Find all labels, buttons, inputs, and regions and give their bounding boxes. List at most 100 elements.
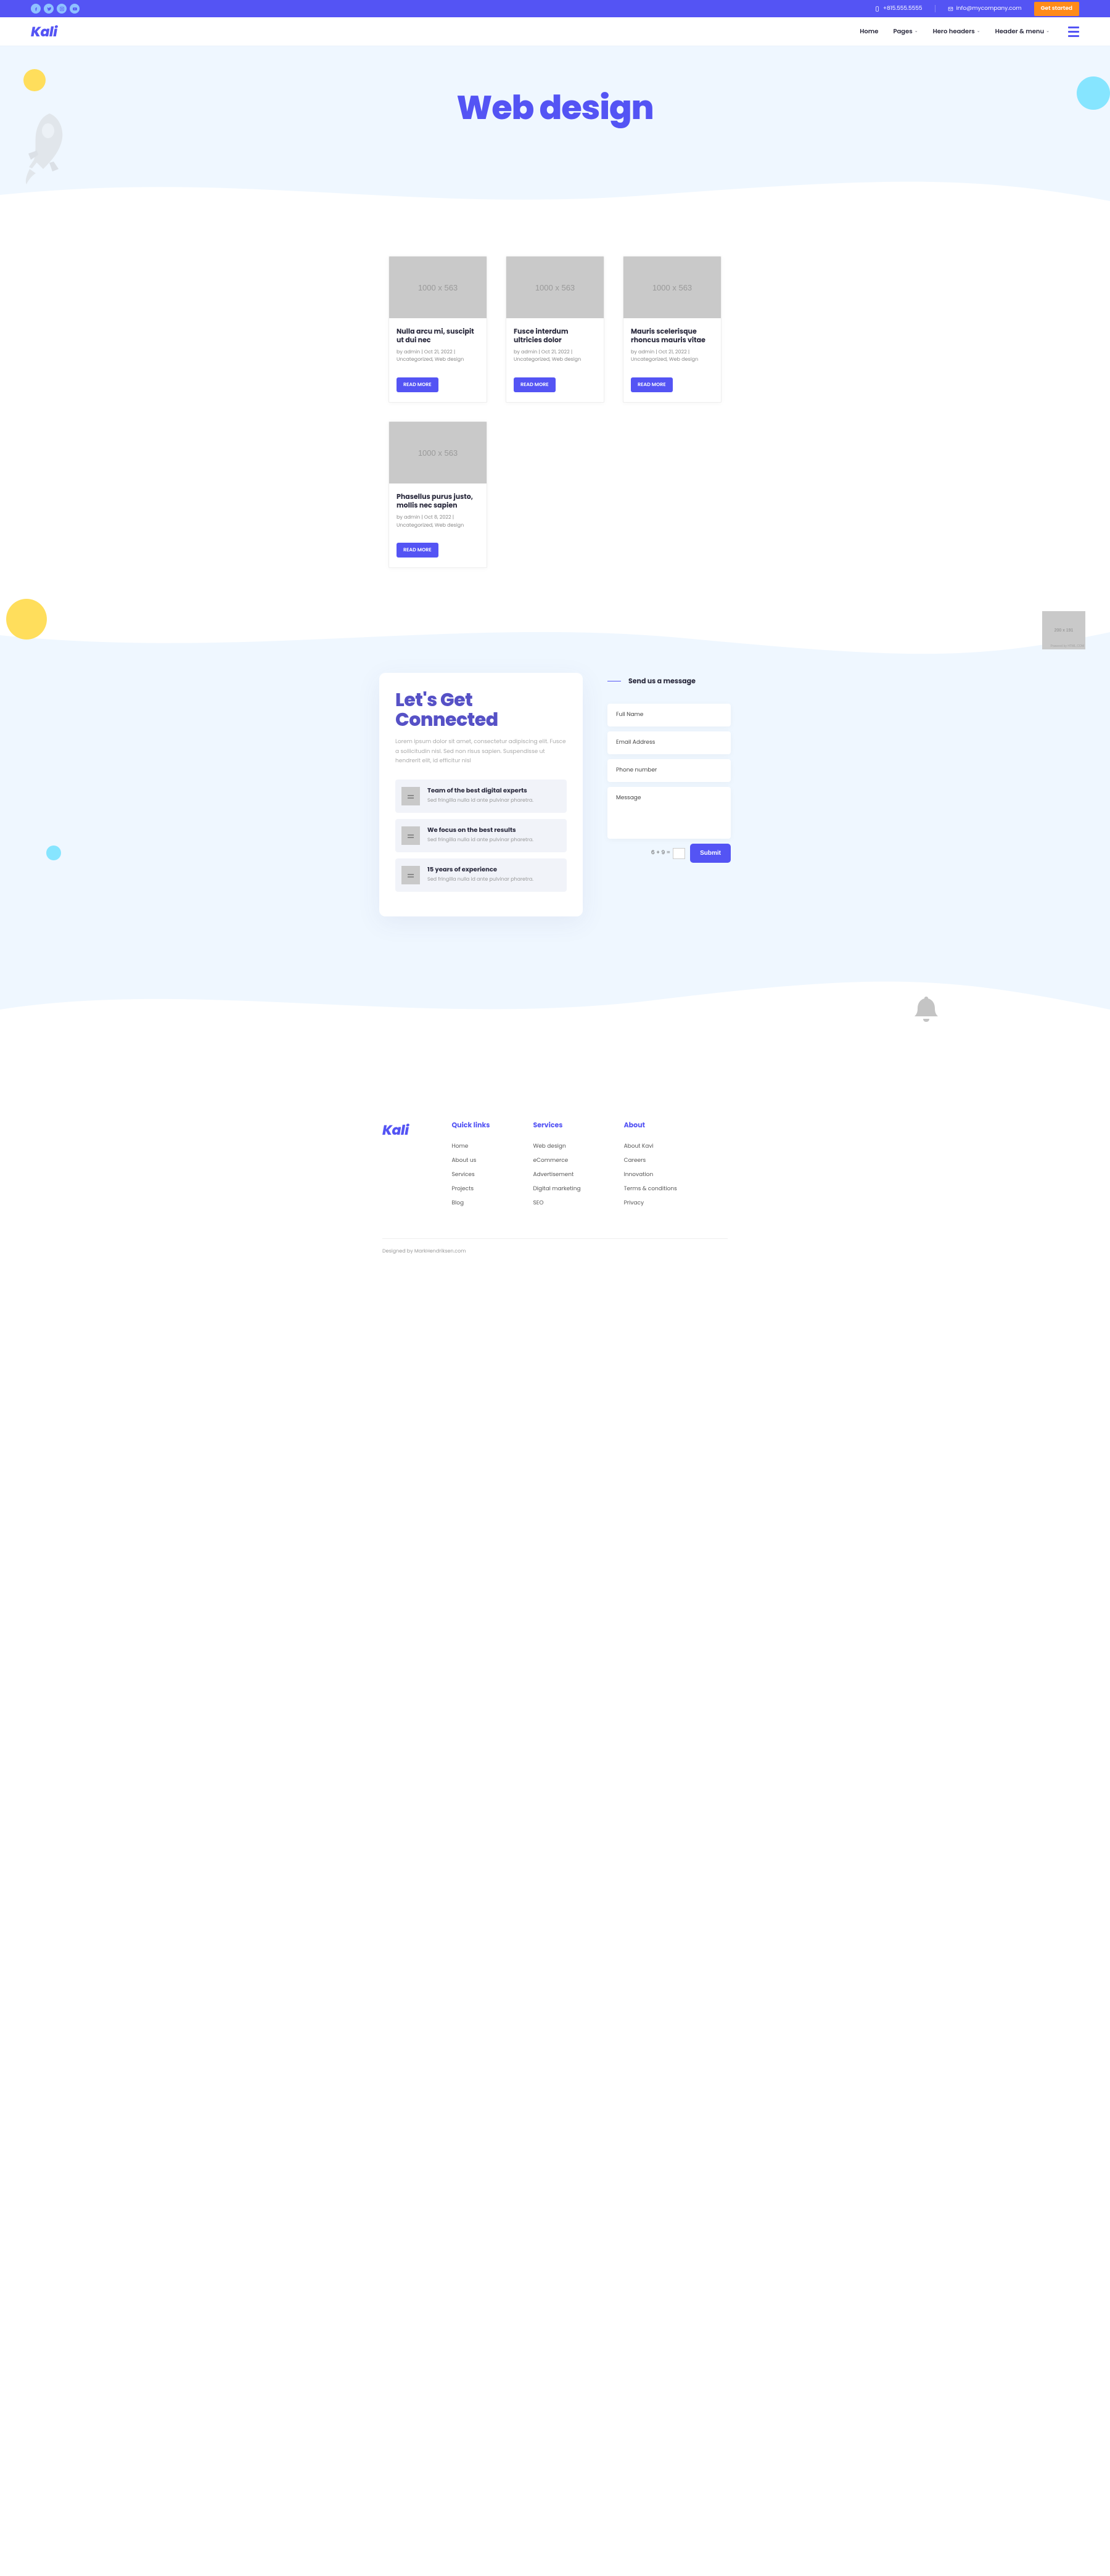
footer-logo-col: Kali [382, 1120, 408, 1214]
contact-form: Send us a message Full Name Email Addres… [607, 673, 731, 863]
contact-section: 200 x 191Powered by HTML.COM Let's Get C… [0, 611, 1110, 1040]
footer-logo[interactable]: Kali [382, 1120, 408, 1140]
nav-header-menu[interactable]: Header & menu⌄ [995, 27, 1050, 36]
chevron-down-icon: ⌄ [977, 28, 980, 35]
footer-link[interactable]: Terms & conditions [624, 1185, 677, 1193]
footer-credit: Designed by MarkHendriksen.com [382, 1238, 728, 1255]
footer-link[interactable]: Advertisement [533, 1171, 580, 1179]
nav-hero-headers[interactable]: Hero headers⌄ [933, 27, 980, 36]
footer-link[interactable]: eCommerce [533, 1157, 580, 1165]
main-nav: Kali Home Pages⌄ Hero headers⌄ Header & … [0, 17, 1110, 46]
article-meta: by admin | Oct 21, 2022 | Uncategorized,… [397, 348, 479, 364]
read-more-button[interactable]: READ MORE [631, 377, 673, 392]
placeholder-image: 200 x 191Powered by HTML.COM [1042, 611, 1085, 649]
footer-link[interactable]: Web design [533, 1143, 580, 1151]
footer-heading: About [624, 1120, 677, 1130]
article-card: 1000 x 563 Phasellus purus justo, mollis… [388, 421, 487, 568]
name-field[interactable]: Full Name [607, 704, 731, 726]
chevron-down-icon: ⌄ [1046, 28, 1050, 35]
phone-field[interactable]: Phone number [607, 759, 731, 782]
circle-decoration [23, 69, 46, 91]
article-card: 1000 x 563 Mauris scelerisque rhoncus ma… [623, 256, 722, 403]
footer-link[interactable]: About Kavi [624, 1143, 677, 1151]
footer-col-services: Services Web design eCommerce Advertisem… [533, 1120, 580, 1214]
feature-title: 15 years of experience [427, 866, 533, 873]
article-title[interactable]: Phasellus purus justo, mollis nec sapien [397, 492, 479, 510]
feature-desc: Sed fringilla nulla id ante pulvinar pha… [427, 836, 533, 844]
feature-title: Team of the best digital experts [427, 787, 533, 794]
footer-link[interactable]: Privacy [624, 1200, 677, 1208]
feature-title: We focus on the best results [427, 826, 533, 834]
youtube-icon[interactable] [70, 4, 80, 14]
top-right: +815.555.5555 info@mycompany.com Get sta… [874, 2, 1079, 16]
nav-links: Home Pages⌄ Hero headers⌄ Header & menu⌄ [860, 27, 1050, 36]
article-image[interactable]: 1000 x 563 [389, 422, 487, 484]
article-image[interactable]: 1000 x 563 [623, 257, 721, 318]
feature-desc: Sed fringilla nulla id ante pulvinar pha… [427, 797, 533, 804]
contact-intro: Lorem ipsum dolor sit amet, consectetur … [395, 738, 567, 766]
feature-item: We focus on the best results Sed fringill… [395, 819, 567, 852]
social-icons [31, 4, 80, 14]
footer-link[interactable]: Services [451, 1171, 490, 1179]
footer-link[interactable]: SEO [533, 1200, 580, 1208]
hamburger-icon[interactable] [1068, 27, 1079, 37]
article-image[interactable]: 1000 x 563 [389, 257, 487, 318]
nav-home[interactable]: Home [860, 27, 878, 36]
contact-heading: Let's Get Connected [395, 690, 567, 729]
submit-button[interactable]: Submit [690, 844, 731, 863]
logo[interactable]: Kali [31, 22, 57, 42]
read-more-button[interactable]: READ MORE [397, 377, 438, 392]
email-link[interactable]: info@mycompany.com [948, 5, 1022, 13]
bell-icon [909, 993, 944, 1027]
footer-link[interactable]: About us [451, 1157, 490, 1165]
circle-decoration [46, 846, 61, 860]
footer-link[interactable]: Digital marketing [533, 1185, 580, 1193]
page-title: Web design [0, 83, 1110, 133]
instagram-icon[interactable] [57, 4, 67, 14]
article-image[interactable]: 1000 x 563 [506, 257, 604, 318]
circle-decoration [1077, 76, 1110, 110]
feature-item: 15 years of experience Sed fringilla null… [395, 858, 567, 892]
footer-heading: Quick links [451, 1120, 490, 1130]
captcha-quiz: 6 + 9 = [651, 848, 685, 859]
email-field[interactable]: Email Address [607, 731, 731, 754]
article-title[interactable]: Fusce interdum ultricies dolor [514, 327, 596, 345]
articles-grid: 1000 x 563 Nulla arcu mi, suscipit ut du… [358, 219, 752, 593]
twitter-icon[interactable] [44, 4, 54, 14]
facebook-icon[interactable] [31, 4, 41, 14]
article-meta: by admin | Oct 21, 2022 | Uncategorized,… [631, 348, 713, 364]
article-title[interactable]: Nulla arcu mi, suscipit ut dui nec [397, 327, 479, 345]
feature-icon [401, 826, 420, 845]
top-bar: +815.555.5555 info@mycompany.com Get sta… [0, 0, 1110, 17]
footer-link[interactable]: Home [451, 1143, 490, 1151]
message-field[interactable]: Message [607, 787, 731, 839]
footer-link[interactable]: Innovation [624, 1171, 677, 1179]
captcha-input[interactable] [673, 848, 685, 859]
nav-pages[interactable]: Pages⌄ [893, 27, 918, 36]
feature-desc: Sed fringilla nulla id ante pulvinar pha… [427, 876, 533, 883]
read-more-button[interactable]: READ MORE [397, 543, 438, 558]
circle-decoration [6, 599, 47, 640]
footer-link[interactable]: Projects [451, 1185, 490, 1193]
feature-icon [401, 787, 420, 805]
feature-icon [401, 866, 420, 884]
footer-heading: Services [533, 1120, 580, 1130]
article-title[interactable]: Mauris scelerisque rhoncus mauris vitae [631, 327, 713, 345]
read-more-button[interactable]: READ MORE [514, 377, 556, 392]
feature-item: Team of the best digital experts Sed frin… [395, 780, 567, 813]
hero: Web design [0, 46, 1110, 219]
get-started-button[interactable]: Get started [1034, 2, 1079, 16]
article-meta: by admin | Oct 8, 2022 | Uncategorized, … [397, 514, 479, 530]
article-meta: by admin | Oct 21, 2022 | Uncategorized,… [514, 348, 596, 364]
footer-link[interactable]: Blog [451, 1200, 490, 1208]
form-heading: Send us a message [607, 676, 731, 686]
chevron-down-icon: ⌄ [915, 28, 918, 35]
contact-card: Let's Get Connected Lorem ipsum dolor si… [379, 673, 583, 916]
footer-link[interactable]: Careers [624, 1157, 677, 1165]
footer-col-about: About About Kavi Careers Innovation Term… [624, 1120, 677, 1214]
article-card: 1000 x 563 Nulla arcu mi, suscipit ut du… [388, 256, 487, 403]
phone-link[interactable]: +815.555.5555 [874, 5, 923, 13]
footer-col-quicklinks: Quick links Home About us Services Proje… [451, 1120, 490, 1214]
footer: Kali Quick links Home About us Services … [0, 1040, 1110, 1270]
article-card: 1000 x 563 Fusce interdum ultricies dolo… [506, 256, 604, 403]
